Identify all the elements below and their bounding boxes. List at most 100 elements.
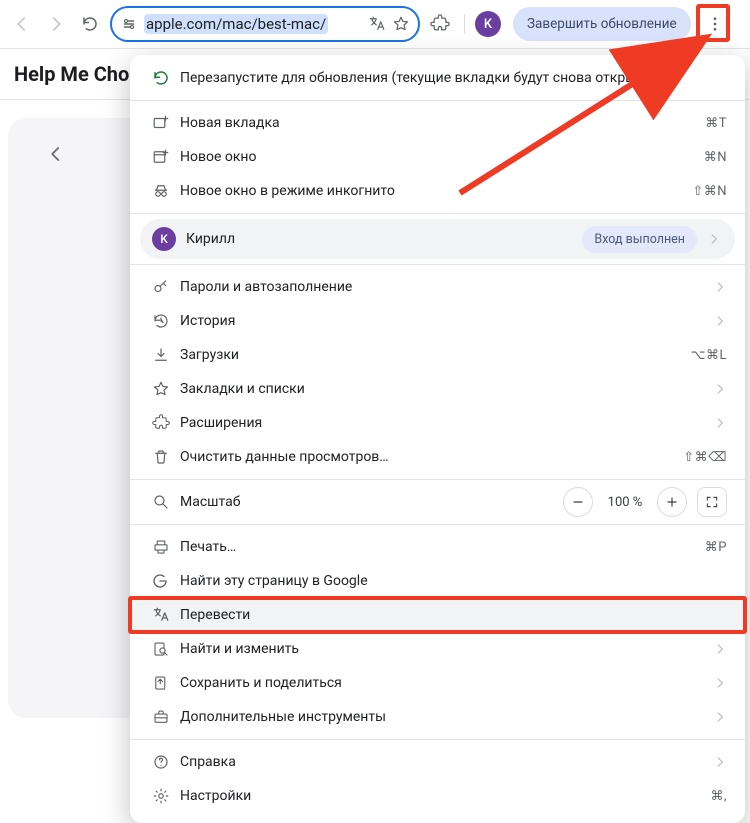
site-settings-icon[interactable] bbox=[120, 15, 138, 33]
menu-item-zoom: Масштаб 100 % bbox=[130, 485, 745, 519]
help-icon bbox=[152, 753, 180, 771]
menu-item-label: Закладки и списки bbox=[180, 381, 703, 397]
menu-item-save-share[interactable]: Сохранить и поделиться bbox=[130, 666, 745, 700]
menu-item-translate[interactable]: Перевести bbox=[130, 598, 745, 632]
chevron-right-icon bbox=[707, 232, 721, 246]
menu-item-label: Настройки bbox=[180, 788, 710, 804]
key-icon bbox=[152, 278, 180, 296]
browser-toolbar: apple.com/mac/best-mac/ K Завершить обно… bbox=[0, 0, 750, 48]
menu-item-relaunch[interactable]: Перезапустите для обновления (текущие вк… bbox=[130, 61, 745, 95]
puzzle-icon bbox=[152, 414, 180, 432]
chevron-right-icon bbox=[713, 382, 727, 396]
menu-item-label: Загрузки bbox=[180, 347, 691, 363]
download-icon bbox=[152, 346, 180, 364]
menu-item-label: Новое окно в режиме инкогнито bbox=[180, 183, 692, 199]
menu-item-more-tools[interactable]: Дополнительные инструменты bbox=[130, 700, 745, 734]
new-window-icon bbox=[152, 148, 180, 166]
extensions-puzzle-icon[interactable] bbox=[426, 10, 454, 38]
google-g-icon bbox=[152, 573, 180, 589]
page-back-button[interactable] bbox=[36, 134, 76, 174]
incognito-icon bbox=[152, 182, 180, 200]
menu-item-shortcut: ⌘N bbox=[704, 150, 727, 165]
page-title: Help Me Cho bbox=[14, 62, 129, 86]
chevron-right-icon bbox=[713, 314, 727, 328]
menu-item-shortcut: ⇧⌘⌫ bbox=[683, 450, 727, 465]
url-text[interactable]: apple.com/mac/best-mac/ bbox=[144, 14, 328, 34]
menu-separator bbox=[130, 479, 745, 480]
zoom-in-button[interactable] bbox=[657, 487, 687, 517]
menu-separator bbox=[130, 264, 745, 265]
menu-item-bookmarks[interactable]: Закладки и списки bbox=[130, 372, 745, 406]
menu-item-label: История bbox=[180, 313, 703, 329]
menu-item-label: Найти и изменить bbox=[180, 641, 703, 657]
menu-item-shortcut: ⌥⌘L bbox=[691, 348, 727, 363]
menu-item-new-tab[interactable]: Новая вкладка ⌘T bbox=[130, 106, 745, 140]
toolbox-icon bbox=[152, 708, 180, 726]
menu-item-shortcut: ⌘, bbox=[710, 789, 727, 804]
chevron-right-icon bbox=[713, 416, 727, 430]
back-button[interactable] bbox=[8, 10, 36, 38]
menu-separator bbox=[130, 100, 745, 101]
menu-item-profile[interactable]: K Кирилл Вход выполнен bbox=[140, 219, 735, 259]
menu-item-label: Масштаб bbox=[180, 494, 563, 510]
menu-item-new-window[interactable]: Новое окно ⌘N bbox=[130, 140, 745, 174]
menu-item-shortcut: ⌘P bbox=[705, 540, 727, 555]
star-icon bbox=[152, 380, 180, 398]
magnifier-icon bbox=[152, 493, 180, 511]
menu-item-shortcut: ⌘T bbox=[705, 116, 727, 131]
chevron-right-icon bbox=[713, 676, 727, 690]
menu-separator bbox=[130, 213, 745, 214]
menu-item-help[interactable]: Справка bbox=[130, 745, 745, 779]
find-icon bbox=[152, 640, 180, 658]
menu-item-label: Очистить данные просмотров… bbox=[180, 449, 683, 465]
zoom-out-button[interactable] bbox=[563, 487, 593, 517]
menu-item-new-incognito[interactable]: Новое окно в режиме инкогнито ⇧⌘N bbox=[130, 174, 745, 208]
menu-item-search-google[interactable]: Найти эту страницу в Google bbox=[130, 564, 745, 598]
menu-item-label: Пароли и автозаполнение bbox=[180, 279, 703, 295]
menu-item-settings[interactable]: Настройки ⌘, bbox=[130, 779, 745, 813]
print-icon bbox=[152, 538, 180, 556]
overflow-menu: Перезапустите для обновления (текущие вк… bbox=[130, 55, 745, 823]
annotation-highlight-kebab bbox=[696, 4, 730, 42]
menu-item-label: Расширения bbox=[180, 415, 703, 431]
new-tab-icon bbox=[152, 114, 180, 132]
menu-item-history[interactable]: История bbox=[130, 304, 745, 338]
translate-page-icon[interactable] bbox=[368, 15, 386, 33]
finish-update-chip[interactable]: Завершить обновление bbox=[513, 7, 691, 41]
menu-item-label: Печать… bbox=[180, 539, 705, 555]
address-bar[interactable]: apple.com/mac/best-mac/ bbox=[110, 6, 420, 42]
save-share-icon bbox=[152, 674, 180, 692]
menu-separator bbox=[130, 739, 745, 740]
menu-item-extensions[interactable]: Расширения bbox=[130, 406, 745, 440]
menu-item-label: Дополнительные инструменты bbox=[180, 709, 703, 725]
menu-item-label: Новое окно bbox=[180, 149, 704, 165]
profile-avatar[interactable]: K bbox=[475, 11, 501, 37]
menu-item-shortcut: ⇧⌘N bbox=[692, 184, 727, 199]
chevron-right-icon bbox=[713, 642, 727, 656]
menu-item-label: Сохранить и поделиться bbox=[180, 675, 703, 691]
reload-button[interactable] bbox=[76, 10, 104, 38]
zoom-value: 100 % bbox=[603, 495, 647, 510]
history-icon bbox=[152, 312, 180, 330]
chevron-right-icon bbox=[713, 755, 727, 769]
menu-item-clear-data[interactable]: Очистить данные просмотров… ⇧⌘⌫ bbox=[130, 440, 745, 474]
menu-item-print[interactable]: Печать… ⌘P bbox=[130, 530, 745, 564]
profile-status: Вход выполнен bbox=[582, 226, 697, 253]
translate-icon bbox=[152, 606, 180, 624]
menu-separator bbox=[130, 524, 745, 525]
profile-avatar-icon: K bbox=[152, 227, 186, 251]
forward-button[interactable] bbox=[42, 10, 70, 38]
profile-name: Кирилл bbox=[186, 231, 582, 247]
bookmark-star-icon[interactable] bbox=[392, 15, 410, 33]
menu-item-label: Найти эту страницу в Google bbox=[180, 573, 727, 589]
menu-item-label: Перезапустите для обновления (текущие вк… bbox=[180, 70, 727, 86]
menu-item-label: Новая вкладка bbox=[180, 115, 705, 131]
menu-item-passwords[interactable]: Пароли и автозаполнение bbox=[130, 270, 745, 304]
menu-item-label: Справка bbox=[180, 754, 703, 770]
menu-item-downloads[interactable]: Загрузки ⌥⌘L bbox=[130, 338, 745, 372]
menu-item-find-edit[interactable]: Найти и изменить bbox=[130, 632, 745, 666]
gear-icon bbox=[152, 787, 180, 805]
refresh-icon bbox=[152, 69, 180, 87]
chevron-right-icon bbox=[713, 280, 727, 294]
fullscreen-button[interactable] bbox=[697, 487, 727, 517]
